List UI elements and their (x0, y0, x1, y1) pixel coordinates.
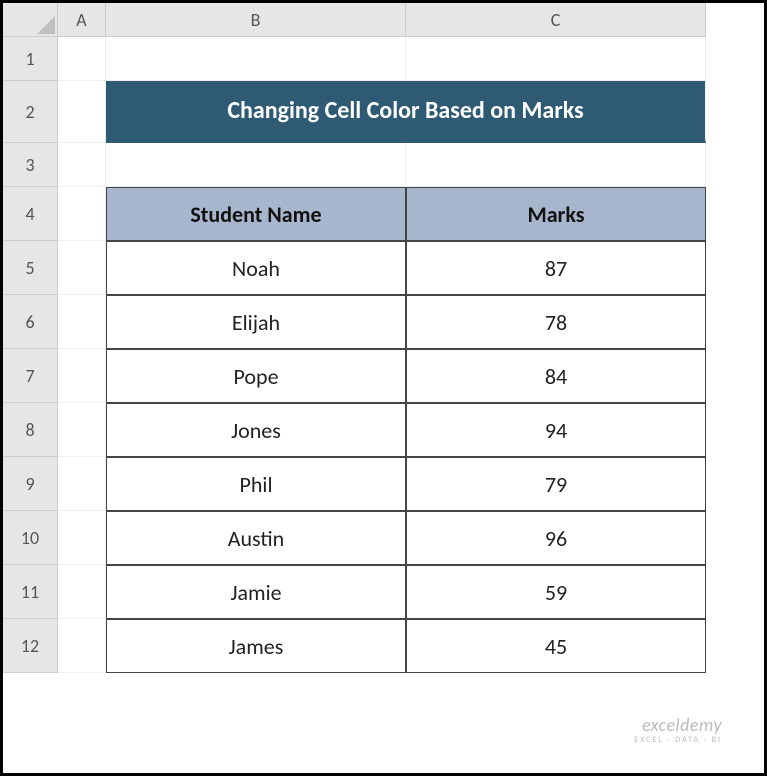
spreadsheet-frame: A B C 1 2 Changing Cell Color Based on M… (0, 0, 767, 776)
row-header-10[interactable]: 10 (3, 511, 58, 565)
cell-b3[interactable] (106, 143, 406, 187)
cell-a4[interactable] (58, 187, 106, 241)
cell-a2[interactable] (58, 81, 106, 143)
cell-a1[interactable] (58, 37, 106, 81)
watermark: exceldemy EXCEL · DATA · BI (634, 716, 722, 745)
table-row[interactable]: 87 (406, 241, 706, 295)
watermark-line1: exceldemy (634, 716, 722, 736)
table-row[interactable]: 78 (406, 295, 706, 349)
row-header-5[interactable]: 5 (3, 241, 58, 295)
table-row[interactable]: 84 (406, 349, 706, 403)
table-header-name[interactable]: Student Name (106, 187, 406, 241)
row-header-8[interactable]: 8 (3, 403, 58, 457)
select-all-corner[interactable] (3, 3, 58, 37)
cell-a5[interactable] (58, 241, 106, 295)
row-header-6[interactable]: 6 (3, 295, 58, 349)
cell-a6[interactable] (58, 295, 106, 349)
table-row[interactable]: 79 (406, 457, 706, 511)
watermark-line2: EXCEL · DATA · BI (634, 736, 722, 745)
table-row[interactable]: Elijah (106, 295, 406, 349)
table-row[interactable]: Jamie (106, 565, 406, 619)
row-header-1[interactable]: 1 (3, 37, 58, 81)
cell-a9[interactable] (58, 457, 106, 511)
column-header-a[interactable]: A (58, 3, 106, 37)
row-header-11[interactable]: 11 (3, 565, 58, 619)
table-row[interactable]: Jones (106, 403, 406, 457)
row-header-4[interactable]: 4 (3, 187, 58, 241)
table-row[interactable]: Pope (106, 349, 406, 403)
cell-a7[interactable] (58, 349, 106, 403)
spreadsheet-grid: A B C 1 2 Changing Cell Color Based on M… (3, 3, 764, 673)
table-row[interactable]: Austin (106, 511, 406, 565)
column-header-c[interactable]: C (406, 3, 706, 37)
table-header-marks[interactable]: Marks (406, 187, 706, 241)
row-header-9[interactable]: 9 (3, 457, 58, 511)
table-row[interactable]: James (106, 619, 406, 673)
column-header-b[interactable]: B (106, 3, 406, 37)
row-header-7[interactable]: 7 (3, 349, 58, 403)
cell-a11[interactable] (58, 565, 106, 619)
cell-c3[interactable] (406, 143, 706, 187)
table-row[interactable]: Noah (106, 241, 406, 295)
table-row[interactable]: 59 (406, 565, 706, 619)
row-header-12[interactable]: 12 (3, 619, 58, 673)
row-header-2[interactable]: 2 (3, 81, 58, 143)
table-row[interactable]: Phil (106, 457, 406, 511)
cell-c1[interactable] (406, 37, 706, 81)
title-cell[interactable]: Changing Cell Color Based on Marks (106, 81, 706, 143)
cell-a12[interactable] (58, 619, 106, 673)
select-all-triangle-icon (37, 16, 55, 34)
table-row[interactable]: 96 (406, 511, 706, 565)
cell-a3[interactable] (58, 143, 106, 187)
cell-a10[interactable] (58, 511, 106, 565)
table-row[interactable]: 45 (406, 619, 706, 673)
row-header-3[interactable]: 3 (3, 143, 58, 187)
cell-a8[interactable] (58, 403, 106, 457)
cell-b1[interactable] (106, 37, 406, 81)
table-row[interactable]: 94 (406, 403, 706, 457)
